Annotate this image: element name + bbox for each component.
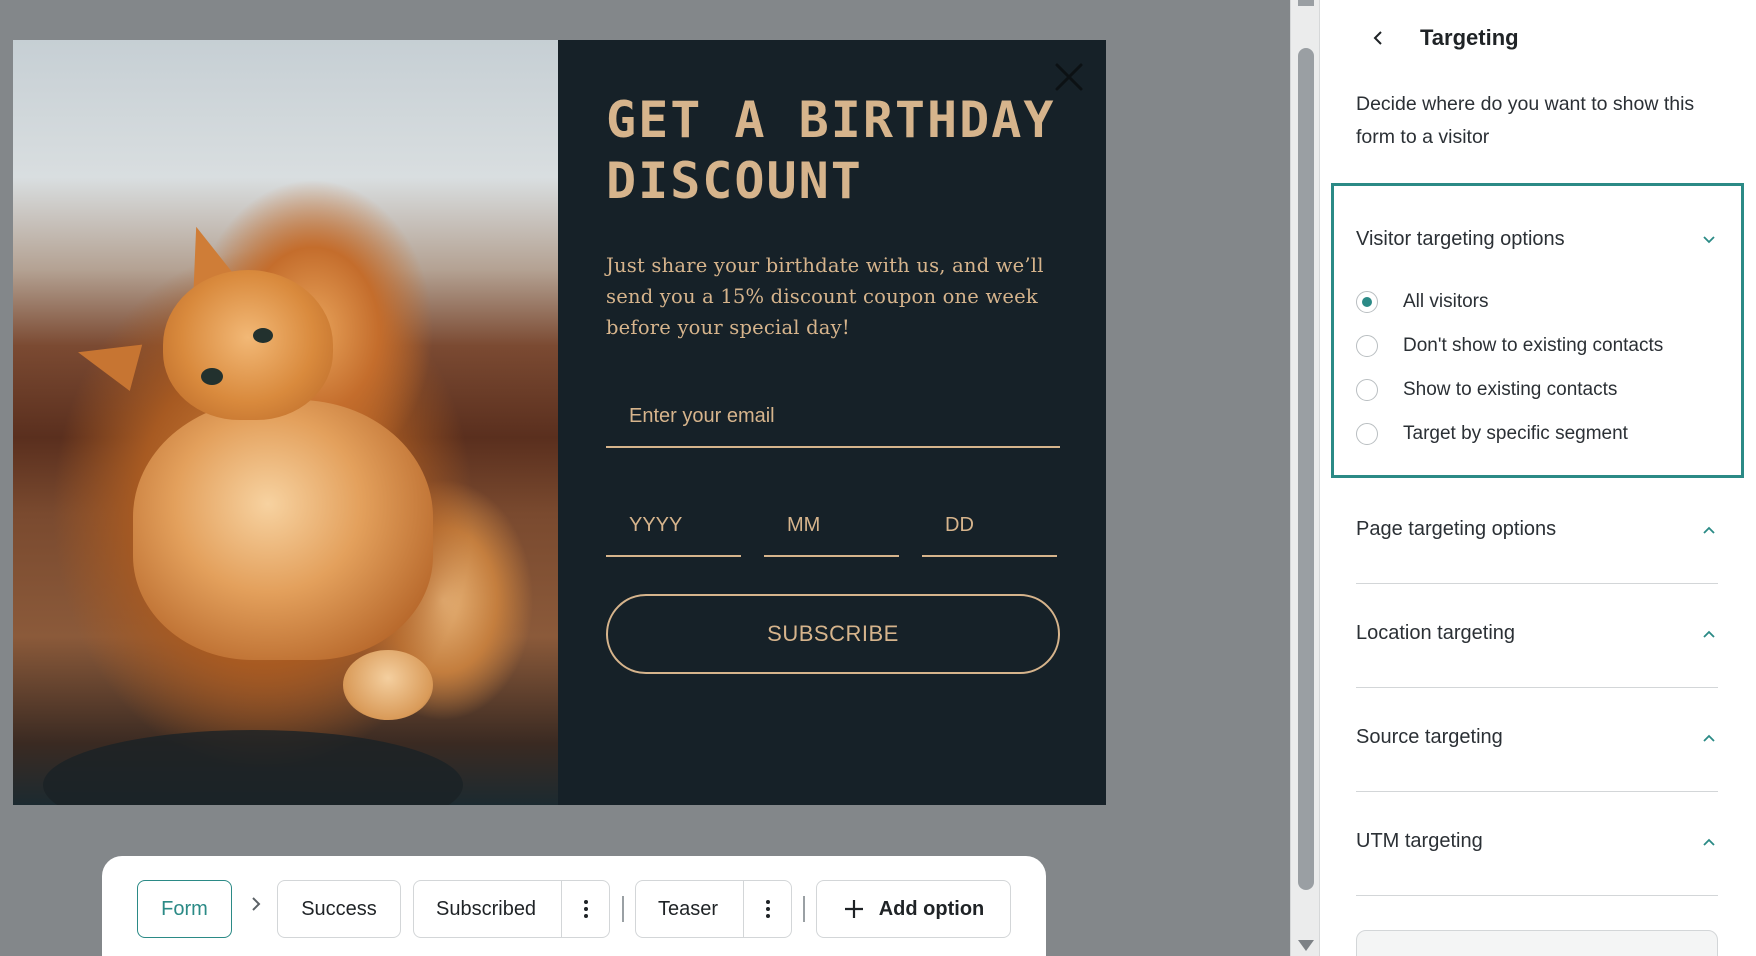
- step-teaser[interactable]: Teaser: [635, 880, 792, 938]
- year-field[interactable]: YYYY: [606, 496, 741, 557]
- day-placeholder: DD: [945, 514, 974, 536]
- page-targeting-header[interactable]: Page targeting options: [1356, 518, 1718, 541]
- source-targeting-header[interactable]: Source targeting: [1356, 726, 1718, 749]
- chevron-right-icon: [249, 894, 263, 920]
- utm-targeting-header[interactable]: UTM targeting: [1356, 830, 1718, 853]
- radio-button-checked[interactable]: [1356, 291, 1378, 313]
- email-placeholder: Enter your email: [629, 405, 775, 427]
- radio-label: Target by specific segment: [1403, 423, 1628, 444]
- popup-content: GET A BIRTHDAY DISCOUNT Just share your …: [558, 40, 1106, 805]
- more-vertical-icon[interactable]: [743, 881, 791, 937]
- divider: [622, 896, 624, 922]
- chevron-down-icon: [1700, 231, 1718, 249]
- step-teaser-label: Teaser: [658, 897, 719, 920]
- cat-image: [13, 40, 558, 805]
- utm-targeting-section: UTM targeting: [1356, 792, 1718, 896]
- chevron-up-icon: [1700, 729, 1718, 747]
- panel-description: Decide where do you want to show this fo…: [1356, 93, 1695, 148]
- panel-footer-card: [1356, 930, 1718, 956]
- step-form[interactable]: Form: [137, 880, 232, 938]
- back-arrow-icon[interactable]: [1364, 24, 1392, 52]
- step-success[interactable]: Success: [277, 880, 401, 938]
- radio-button[interactable]: [1356, 335, 1378, 357]
- radio-all-visitors[interactable]: All visitors: [1356, 291, 1489, 313]
- birthday-popup: GET A BIRTHDAY DISCOUNT Just share your …: [13, 40, 1106, 805]
- visitor-targeting-header[interactable]: Visitor targeting options: [1356, 228, 1718, 251]
- section-title: Source targeting: [1356, 726, 1503, 748]
- source-targeting-section: Source targeting: [1356, 688, 1718, 792]
- radio-specific-segment[interactable]: Target by specific segment: [1356, 423, 1628, 445]
- radio-dont-show-existing[interactable]: Don't show to existing contacts: [1356, 335, 1663, 357]
- page-targeting-section: Page targeting options: [1356, 480, 1718, 584]
- add-option-button[interactable]: Add option: [816, 880, 1011, 938]
- section-title: Page targeting options: [1356, 518, 1557, 540]
- visitor-targeting-title: Visitor targeting options: [1356, 228, 1565, 250]
- canvas-scrollbar[interactable]: [1290, 0, 1320, 956]
- step-subscribed[interactable]: Subscribed: [413, 880, 610, 938]
- panel-header: Targeting: [1364, 24, 1519, 52]
- location-targeting-header[interactable]: Location targeting: [1356, 622, 1718, 645]
- month-placeholder: MM: [787, 514, 821, 536]
- month-field[interactable]: MM: [764, 496, 899, 557]
- radio-label: Don't show to existing contacts: [1403, 335, 1664, 356]
- plus-icon: [843, 898, 865, 920]
- popup-subtext: Just share your birthdate with us, and w…: [606, 254, 1044, 339]
- radio-show-existing[interactable]: Show to existing contacts: [1356, 379, 1617, 401]
- email-field[interactable]: Enter your email: [606, 387, 1060, 448]
- popup-headline: GET A BIRTHDAY DISCOUNT: [606, 91, 1056, 210]
- panel-title: Targeting: [1420, 25, 1519, 50]
- divider: [803, 896, 805, 922]
- subscribe-button[interactable]: SUBSCRIBE: [606, 594, 1060, 674]
- chevron-up-icon: [1700, 625, 1718, 643]
- scroll-thumb[interactable]: [1298, 48, 1314, 890]
- targeting-panel: Targeting Decide where do you want to sh…: [1320, 0, 1756, 956]
- close-icon[interactable]: [1052, 60, 1086, 94]
- form-preview-canvas: GET A BIRTHDAY DISCOUNT Just share your …: [0, 0, 1290, 956]
- scroll-down-arrow[interactable]: [1298, 940, 1314, 951]
- birthdate-fields: YYYY MM DD: [606, 496, 1060, 557]
- section-title: Location targeting: [1356, 622, 1516, 644]
- location-targeting-section: Location targeting: [1356, 584, 1718, 688]
- day-field[interactable]: DD: [922, 496, 1057, 557]
- chevron-up-icon: [1700, 521, 1718, 539]
- year-placeholder: YYYY: [629, 514, 683, 536]
- scroll-up-arrow[interactable]: [1298, 0, 1314, 6]
- step-subscribed-label: Subscribed: [436, 897, 537, 920]
- visitor-targeting-section: Visitor targeting options All visitors D…: [1331, 183, 1744, 478]
- radio-button[interactable]: [1356, 379, 1378, 401]
- radio-label: Show to existing contacts: [1403, 379, 1618, 400]
- section-title: UTM targeting: [1356, 830, 1483, 852]
- chevron-up-icon: [1700, 833, 1718, 851]
- more-vertical-icon[interactable]: [561, 881, 609, 937]
- add-option-label: Add option: [878, 897, 985, 920]
- form-steps-bar: Form Success Subscribed Teaser Add optio…: [102, 856, 1046, 956]
- radio-button[interactable]: [1356, 423, 1378, 445]
- radio-label: All visitors: [1403, 291, 1489, 312]
